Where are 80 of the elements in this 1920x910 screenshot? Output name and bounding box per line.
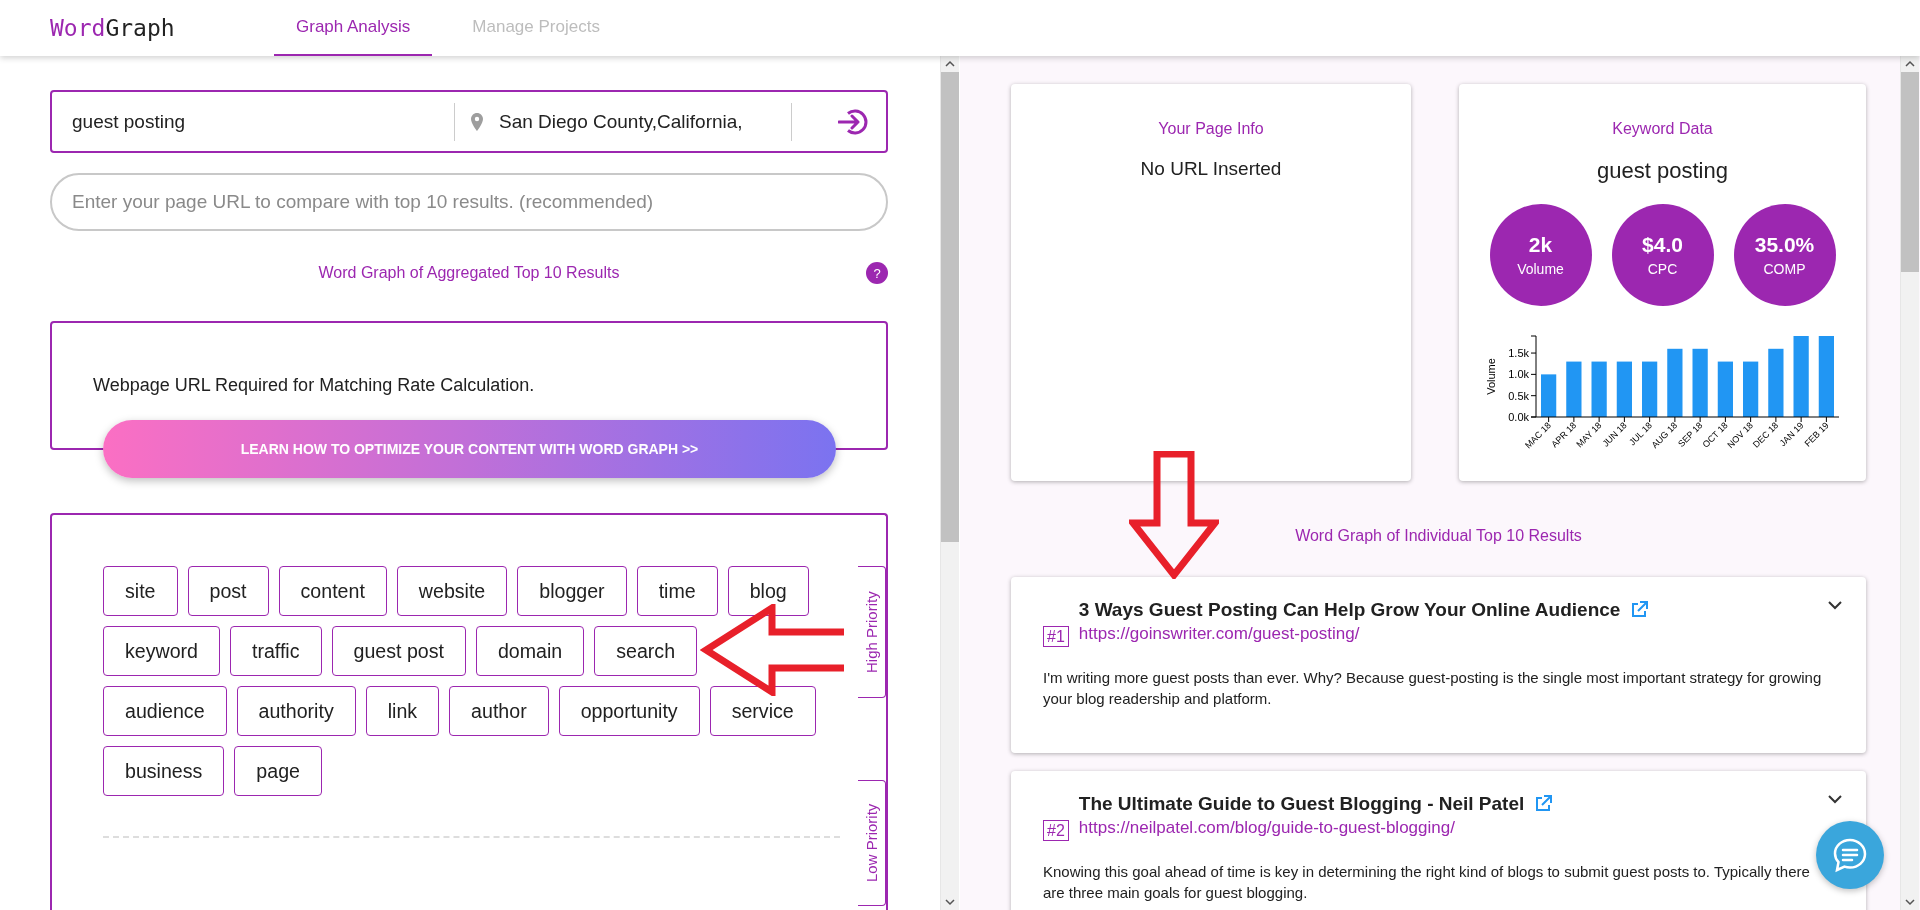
speech-bubble-icon <box>1832 837 1868 873</box>
section-title: Word Graph of Individual Top 10 Results <box>1295 527 1582 544</box>
message-text: Webpage URL Required for Matching Rate Calculation. <box>93 375 535 395</box>
word-tag[interactable]: domain <box>475 626 585 676</box>
scroll-thumb[interactable] <box>941 72 959 542</box>
chart-bar <box>1666 348 1682 417</box>
tick-label: 0.0k <box>1507 411 1529 423</box>
result-link[interactable]: https://neilpatel.com/blog/guide-to-guest-blogging/ <box>1078 818 1553 838</box>
chart-bar <box>1767 348 1783 417</box>
word-tag[interactable]: link <box>365 686 440 736</box>
chart-bar <box>1540 374 1556 417</box>
word-tag[interactable]: service <box>709 686 816 736</box>
card-title: Keyword Data <box>1612 120 1713 138</box>
word-tag[interactable]: page <box>234 746 322 796</box>
external-link-icon[interactable] <box>1630 601 1649 619</box>
word-tag[interactable]: time <box>636 566 718 616</box>
status-text: No URL Inserted <box>1140 158 1282 180</box>
help-button[interactable]: ? <box>866 262 888 284</box>
chevron-down-icon[interactable] <box>1828 795 1842 804</box>
chart-bar <box>1591 361 1607 417</box>
result-title: The Ultimate Guide to Guest Blogging - Neil Patel <box>1078 793 1525 815</box>
stat-value: 2k <box>1528 233 1553 257</box>
result-description: I'm writing more guest posts than ever. Why? Because guest-posting is the single most important strategy for growing your blog readership and platform. <box>1043 668 1823 709</box>
keyword-text: guest posting <box>1597 158 1728 184</box>
word-tag[interactable]: business <box>103 746 225 796</box>
location-pin-icon <box>471 112 483 131</box>
chart-bar <box>1717 361 1733 417</box>
keyword-field[interactable]: guest posting <box>52 100 454 143</box>
url-field[interactable]: Enter your page URL to compare with top 10 results. (recommended) <box>50 173 888 231</box>
word-tag[interactable]: blog <box>727 566 809 616</box>
word-tag[interactable]: content <box>278 566 387 616</box>
word-tag[interactable]: search <box>594 626 698 676</box>
priority-tab[interactable]: High Priority <box>858 566 886 698</box>
arrow-in-circle-icon <box>838 108 868 135</box>
stat-label: CPC <box>1647 261 1678 277</box>
chart-bar <box>1641 361 1657 417</box>
axis-label: Volume <box>1484 358 1497 395</box>
external-link-icon[interactable] <box>1534 795 1553 813</box>
scrollbar[interactable] <box>940 56 959 910</box>
scroll-down-icon[interactable] <box>1905 898 1915 906</box>
tick-label: JUL 18 <box>1626 420 1654 448</box>
result-link[interactable]: https://goinswriter.com/guest-posting/ <box>1078 624 1649 644</box>
chart-bar <box>1692 348 1708 417</box>
tick-label: 1.5k <box>1507 347 1529 360</box>
section-title: Word Graph of Aggregated Top 10 Results <box>318 264 620 282</box>
word-tag[interactable]: author <box>449 686 549 736</box>
chart-bar <box>1565 361 1581 417</box>
chart-bar <box>1742 361 1758 417</box>
word-tag[interactable]: website <box>396 566 508 616</box>
scroll-thumb[interactable] <box>1901 72 1919 272</box>
stat-value: $4.0 <box>1642 233 1683 257</box>
location-field[interactable]: San Diego County,California, <box>497 100 791 143</box>
chart-bar <box>1616 361 1632 417</box>
tick-label: 1.0k <box>1507 368 1529 381</box>
stat-value: 35.0% <box>1754 233 1815 257</box>
word-tag[interactable]: blogger <box>517 566 627 616</box>
logo[interactable]: WordGraph <box>50 0 274 56</box>
scroll-up-icon[interactable] <box>1905 60 1915 68</box>
stat-label: Volume <box>1517 261 1564 277</box>
result-description: Knowing this goal ahead of time is key in determining the right kind of blogs to submit guest posts to. Typically there are three main goals for guest blogging. <box>1043 862 1811 903</box>
word-tag[interactable]: guest post <box>331 626 466 676</box>
card-title: Your Page Info <box>1158 120 1264 138</box>
word-tag[interactable]: audience <box>103 686 227 736</box>
search-bar[interactable]: guest posting San Diego County,California, <box>50 90 888 153</box>
rank-label: #2 <box>1043 820 1069 841</box>
word-tag[interactable]: traffic <box>229 626 322 676</box>
scrollbar[interactable] <box>1900 56 1919 910</box>
word-tag[interactable]: keyword <box>103 626 220 676</box>
word-tag[interactable]: post <box>187 566 269 616</box>
scroll-up-icon[interactable] <box>945 60 955 68</box>
rank-label: #1 <box>1043 626 1069 647</box>
chevron-down-icon[interactable] <box>1828 601 1842 610</box>
tick-label: 0.5k <box>1507 389 1529 402</box>
word-tag[interactable]: site <box>103 566 178 616</box>
stat-label: COMP <box>1763 261 1806 277</box>
priority-tab[interactable]: Low Priority <box>858 780 886 906</box>
result-title: 3 Ways Guest Posting Can Help Grow Your Online Audience <box>1078 599 1621 621</box>
word-tag[interactable]: opportunity <box>558 686 700 736</box>
scroll-down-icon[interactable] <box>945 898 955 906</box>
word-tag[interactable]: authority <box>236 686 356 736</box>
